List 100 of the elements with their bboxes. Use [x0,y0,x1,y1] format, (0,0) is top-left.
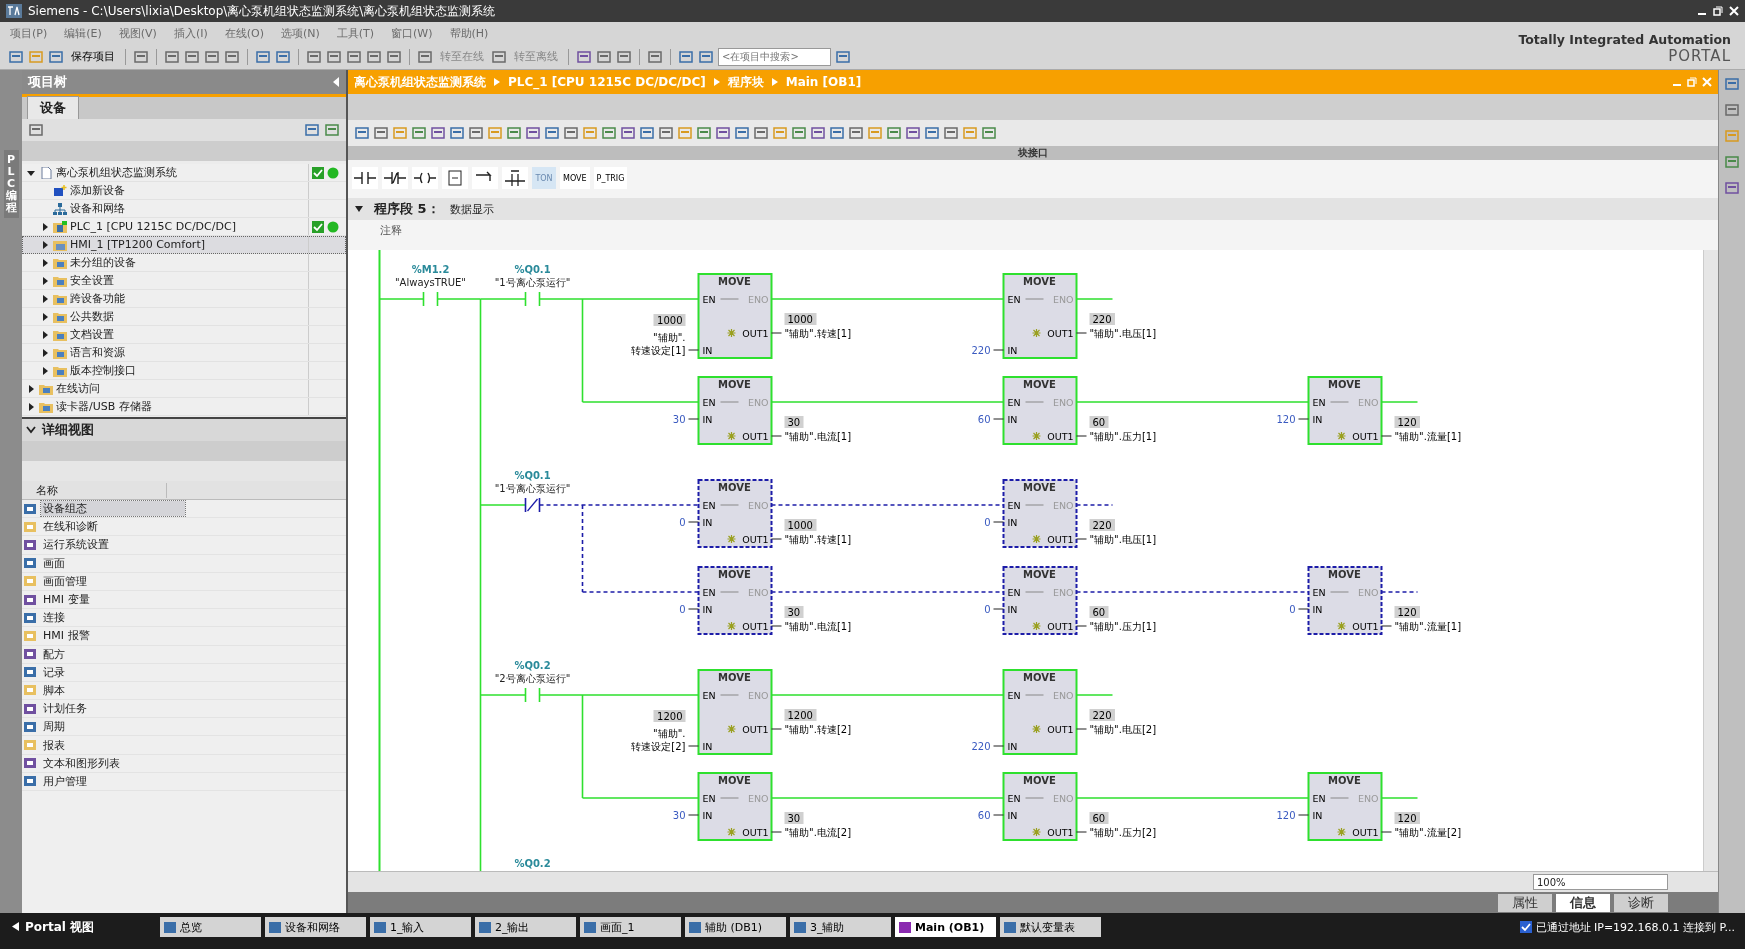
toolbar-icon[interactable] [164,48,180,65]
move-block[interactable] [697,479,773,548]
tree-item[interactable]: HMI_1 [TP1200 Comfort] [22,236,346,254]
toolbar-icon[interactable] [886,125,902,141]
menu-item[interactable]: 编辑(E) [64,25,102,41]
inspector-tab[interactable]: 诊断 [1614,894,1668,912]
toolbar-icon[interactable] [715,125,731,141]
detail-item[interactable]: 画面管理 [41,573,89,589]
detail-item[interactable]: 报表 [41,737,67,753]
move-block[interactable] [697,566,773,635]
close-icon[interactable] [1729,6,1739,16]
toolbar-icon[interactable] [620,125,636,141]
toolbar-icon[interactable] [596,48,612,65]
tree-item[interactable]: 版本控制接口 [22,362,346,380]
coil-icon[interactable] [412,167,438,189]
toolbar-icon[interactable] [224,48,240,65]
editor-tab[interactable]: 3_辅助 [790,917,891,937]
toolbar-icon[interactable] [829,125,845,141]
detail-item[interactable]: 配方 [41,646,67,662]
menu-item[interactable]: 选项(N) [280,25,320,41]
editor-tab[interactable]: 2_输出 [475,917,576,937]
detail-item[interactable]: 画面 [41,555,67,571]
toolbar-icon[interactable] [734,125,750,141]
expand-arrow-icon[interactable] [40,239,50,250]
expand-arrow-icon[interactable] [40,347,50,358]
editor-tab[interactable]: 总览 [160,917,261,937]
menu-item[interactable]: 工具(T) [336,25,375,41]
toolbar-icon[interactable] [639,125,655,141]
editor-tab[interactable]: 辅助 (DB1) [685,917,786,937]
menu-item[interactable]: 视图(V) [118,25,157,41]
expand-arrow-icon[interactable] [40,275,50,286]
tree-item[interactable]: 在线访问 [22,380,346,398]
tree-item[interactable]: 跨设备功能 [22,290,346,308]
toolbar-icon[interactable] [678,48,694,65]
expand-arrow-icon[interactable] [40,293,50,304]
toolbar-icon[interactable] [924,125,940,141]
network-comment[interactable]: 注释 [380,222,402,238]
move-block[interactable] [1002,479,1078,548]
toolbar-icon[interactable] [943,125,959,141]
toolbar-icon[interactable] [1724,76,1740,92]
detail-item[interactable]: 计划任务 [41,701,89,717]
toolbar-icon[interactable] [658,125,674,141]
tree-item[interactable]: 离心泵机组状态监测系统 [22,164,346,182]
tree-item[interactable]: 公共数据 [22,308,346,326]
portal-view-button[interactable]: Portal 视图 [6,917,156,937]
toolbar-icon[interactable] [48,48,64,65]
detail-item[interactable]: 周期 [41,719,67,735]
tree-item[interactable]: 设备和网络 [22,200,346,218]
expand-arrow-icon[interactable] [26,401,36,412]
move-block[interactable] [1307,566,1383,635]
scrollbar[interactable] [1703,250,1718,871]
toolbar-icon[interactable] [698,48,714,65]
toolbar-icon[interactable] [491,48,507,65]
detail-item[interactable]: HMI 报警 [41,628,92,644]
instruction-button[interactable]: MOVE [560,167,590,189]
collapse-arrow-icon[interactable] [354,204,364,214]
toolbar-icon[interactable] [810,125,826,141]
tree-item[interactable]: PLC_1 [CPU 1215C DC/DC/DC] [22,218,346,236]
toolbar-icon[interactable] [905,125,921,141]
inspector-tab[interactable]: 属性 [1498,894,1552,912]
toolbar-icon[interactable] [411,125,427,141]
instruction-button[interactable]: P_TRIG [593,167,628,189]
menu-item[interactable]: 在线(O) [224,25,264,41]
toolbar-icon[interactable] [616,48,632,65]
toolbar-icon[interactable] [346,48,362,65]
expand-arrow-icon[interactable] [40,221,50,232]
editor-tab[interactable]: 画面_1 [580,917,681,937]
toolbar-icon[interactable] [1724,154,1740,170]
detail-item[interactable]: HMI 变量 [41,592,92,608]
toolbar-icon[interactable] [696,125,712,141]
toolbar-icon[interactable] [373,125,389,141]
toolbar-icon[interactable] [1724,102,1740,118]
toolbar-icon[interactable] [8,48,24,65]
editor-tab[interactable]: 默认变量表 [1000,917,1101,937]
toolbar-icon[interactable] [184,48,200,65]
tree-item[interactable]: 读卡器/USB 存储器 [22,398,346,416]
toolbar-icon[interactable] [386,48,402,65]
save-project-button[interactable]: 保存项目 [68,49,118,64]
side-tab[interactable]: PLC 编程 [3,150,19,219]
detail-item[interactable]: 文本和图形列表 [41,755,122,771]
detail-item[interactable]: 记录 [41,664,67,680]
toolbar-icon[interactable] [576,48,592,65]
nc-contact-icon[interactable] [382,167,408,189]
toolbar-icon[interactable] [601,125,617,141]
toolbar-icon[interactable] [255,48,271,65]
toolbar-icon[interactable] [324,122,340,138]
toolbar-icon[interactable] [525,125,541,141]
detail-item[interactable]: 在线和诊断 [41,519,100,535]
expand-arrow-icon[interactable] [40,329,50,340]
close-branch-icon[interactable] [502,167,528,189]
toolbar-icon[interactable] [304,122,320,138]
toolbar-icon[interactable] [306,48,322,65]
toolbar-icon[interactable] [468,125,484,141]
tree-item[interactable]: 文档设置 [22,326,346,344]
toolbar-icon[interactable] [791,125,807,141]
collapse-chevron-icon[interactable] [26,426,36,434]
menu-item[interactable]: 帮助(H) [449,25,489,41]
toolbar-icon[interactable] [753,125,769,141]
expand-arrow-icon[interactable] [40,365,50,376]
toolbar-icon[interactable] [981,125,997,141]
